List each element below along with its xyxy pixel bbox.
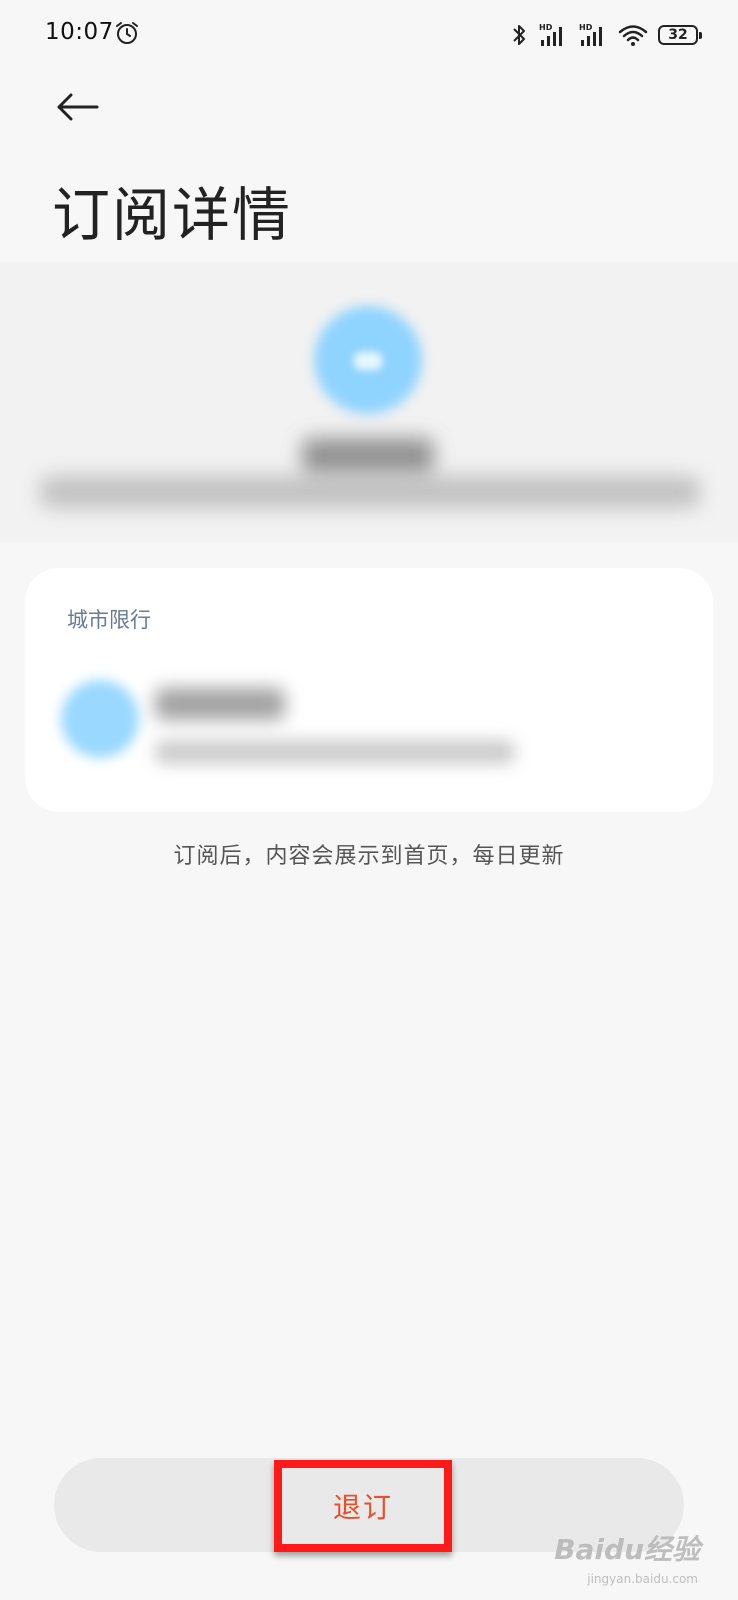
back-button[interactable] bbox=[52, 82, 102, 132]
card-item-name-blurred bbox=[155, 688, 285, 720]
battery-icon: 32 bbox=[658, 25, 702, 45]
wifi-icon bbox=[618, 25, 648, 46]
back-arrow-icon bbox=[57, 93, 99, 121]
svg-text:HD: HD bbox=[579, 23, 593, 32]
bluetooth-icon bbox=[513, 25, 525, 45]
subscription-avatar-glyph bbox=[354, 352, 382, 370]
watermark-url: jingyan.baidu.com bbox=[587, 1572, 698, 1586]
status-bar: 10:07 HD HD 32 bbox=[0, 0, 738, 70]
unsubscribe-label[interactable]: 退订 bbox=[274, 1460, 452, 1552]
status-icons: HD HD 32 bbox=[510, 20, 702, 50]
page-title: 订阅详情 bbox=[52, 181, 293, 249]
alarm-icon bbox=[116, 22, 138, 44]
signal-hd-2-icon: HD bbox=[579, 23, 602, 46]
signal-hd-1-icon: HD bbox=[539, 23, 562, 46]
subscription-name-blurred bbox=[302, 438, 434, 474]
battery-level: 32 bbox=[668, 27, 688, 43]
svg-text:HD: HD bbox=[539, 23, 553, 32]
subscription-card: 城市限行 bbox=[25, 568, 713, 812]
card-item-avatar bbox=[61, 680, 139, 758]
subscription-description-blurred bbox=[40, 476, 700, 508]
watermark-logo: Baidu经验 bbox=[554, 1533, 700, 1566]
card-title: 城市限行 bbox=[67, 608, 151, 632]
status-time: 10:07 bbox=[45, 19, 114, 45]
card-item-description-blurred bbox=[155, 740, 515, 764]
subscription-hint: 订阅后，内容会展示到首页，每日更新 bbox=[173, 844, 565, 869]
